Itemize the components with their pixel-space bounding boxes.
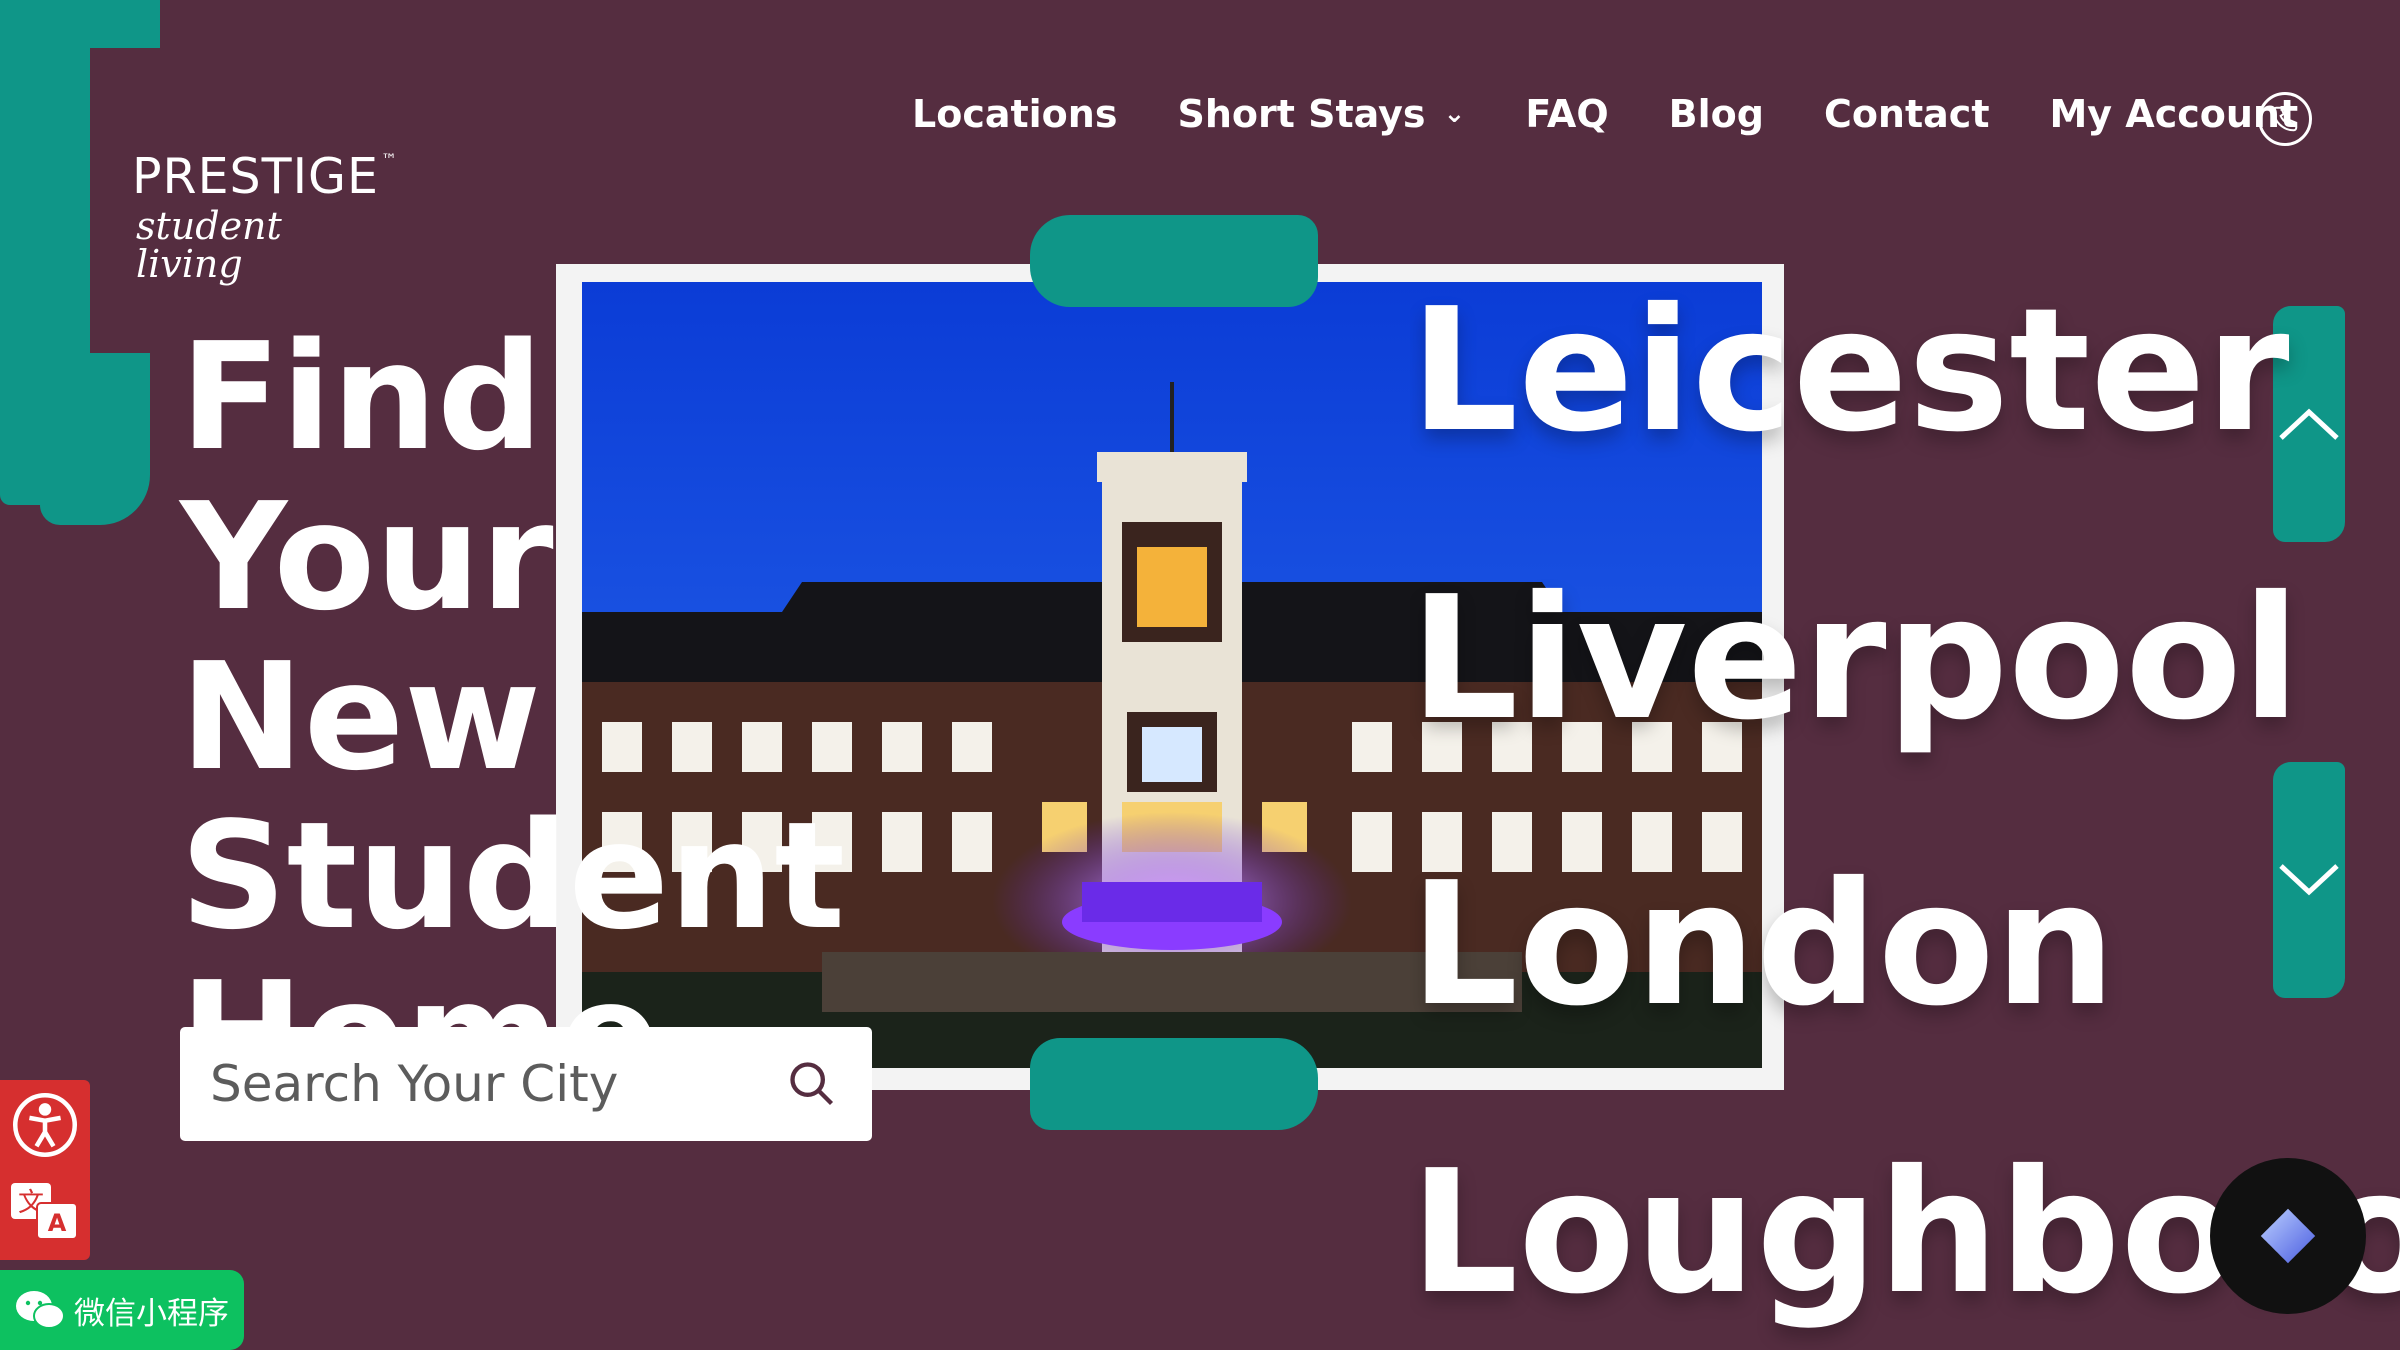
prestige-logo[interactable]: PRESTIGE ™ student living — [132, 148, 398, 286]
translate-icon: 文 A — [11, 1183, 78, 1240]
logo-wordmark: PRESTIGE ™ — [132, 148, 398, 205]
chat-assistant-icon — [2260, 1208, 2316, 1264]
nav-blog[interactable]: Blog — [1669, 92, 1764, 136]
nav-short-stays-label: Short Stays — [1177, 92, 1426, 136]
translate-button[interactable]: 文 A — [8, 1176, 82, 1250]
logo-tagline: student living — [136, 204, 282, 286]
search-input[interactable] — [210, 1055, 750, 1113]
accessibility-icon — [12, 1092, 78, 1158]
chevron-down-icon: ⌄ — [1443, 99, 1466, 129]
nav-faq[interactable]: FAQ — [1525, 92, 1608, 136]
phone-icon — [2272, 106, 2298, 132]
hero-line-2: New — [180, 630, 541, 803]
wechat-icon — [16, 1291, 65, 1329]
chat-assistant-button[interactable] — [2210, 1158, 2366, 1314]
search-icon[interactable] — [786, 1058, 838, 1110]
hero-line-3: Student — [180, 790, 846, 963]
brush-stroke-photo-bottom — [1030, 1038, 1318, 1130]
nav-short-stays[interactable]: Short Stays ⌄ — [1177, 92, 1465, 136]
city-item-liverpool[interactable]: Liverpool — [1410, 574, 2300, 744]
hero-heading: Find Your New Student Home — [180, 311, 940, 1117]
city-search-box — [180, 1027, 872, 1141]
wechat-label: 微信小程序 — [74, 1295, 229, 1332]
accessibility-button[interactable] — [8, 1088, 82, 1162]
city-item-leicester[interactable]: Leicester — [1410, 286, 2290, 456]
nav-contact[interactable]: Contact — [1824, 92, 1990, 136]
main-nav: Locations Short Stays ⌄ FAQ Blog Contact… — [912, 92, 2298, 136]
accessibility-widget: 文 A — [0, 1080, 90, 1260]
city-item-london[interactable]: London — [1410, 860, 2116, 1030]
wechat-mini-program-button[interactable]: 微信小程序 — [0, 1270, 244, 1350]
nav-locations[interactable]: Locations — [912, 92, 1117, 136]
brush-stroke-photo-top — [1030, 215, 1318, 307]
hero-line-1: Find Your — [180, 311, 554, 643]
phone-button[interactable] — [2258, 92, 2312, 146]
svg-text:A: A — [48, 1209, 67, 1237]
brush-stroke-left-tail — [40, 340, 150, 525]
